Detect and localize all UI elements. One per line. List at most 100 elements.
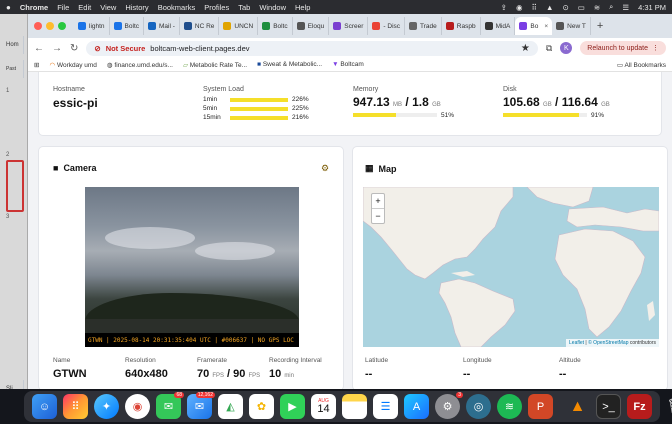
cloud-shape [195,242,275,260]
window-controls [34,22,66,30]
close-tab-icon[interactable]: × [544,23,548,30]
longitude-value: -- [463,368,471,380]
dock-bar: ☺ ⠿ ✦ ◉ ✉ 68 ✉ 12,162 ◭ ✿ ▶ AUG 14 ☰ A ⚙ 3 … [24,391,672,422]
safari-icon[interactable]: ✦ [94,394,119,419]
bookmark-workday[interactable]: ◠ Workday umd [49,61,96,69]
address-bar[interactable]: ⊘ Not Secure boltcam-web-client.pages.de… [86,40,538,56]
browser-tab[interactable]: lightn [74,17,110,35]
grid-icon[interactable]: ⠿ [532,3,538,12]
menu-app-name[interactable]: Chrome [20,3,48,12]
battery-icon[interactable]: ▭ [578,3,585,12]
wifi-icon[interactable]: ≋ [594,3,600,12]
close-window-button[interactable] [34,22,42,30]
reminders-icon[interactable]: ☰ [373,394,398,419]
system-settings-icon[interactable]: ⚙ 3 [435,392,463,419]
app-store-icon[interactable]: A [404,394,429,419]
spotify-icon[interactable]: ≋ [497,394,522,419]
caribbean-shape [451,271,475,277]
browser-tab[interactable]: UNCN [219,17,259,35]
tab-favicon-icon [445,22,454,30]
not-secure-label[interactable]: Not Secure [106,44,146,53]
play-icon[interactable]: ⊙ [562,3,568,12]
filezilla-icon[interactable]: Fz [627,394,652,419]
browser-tab[interactable]: New T [552,17,591,35]
menu-file[interactable]: File [57,3,69,12]
mail-icon[interactable]: ✉ 12,162 [187,392,215,419]
search-icon[interactable]: ⌕ [609,2,613,12]
map-view[interactable]: + − Leaflet | © OpenStreetMap contributo… [363,187,659,347]
menu-edit[interactable]: Edit [78,3,91,12]
reload-icon[interactable]: ↻ [70,43,78,54]
zoom-window-button[interactable] [58,22,66,30]
calendar-icon[interactable]: AUG 14 [311,394,336,419]
apple-menu-icon[interactable]: ● [6,3,11,12]
leaflet-link[interactable]: Leaflet [569,340,584,346]
menu-window[interactable]: Window [259,3,286,12]
bookmark-boltcam[interactable]: ▼ Boltcam [332,61,364,68]
bookmark-label: Metabolic Rate Te... [189,61,248,69]
menu-view[interactable]: View [100,3,116,12]
url-text[interactable]: boltcam-web-client.pages.dev [150,44,249,53]
vlc-icon[interactable]: ▲ [565,394,590,419]
menu-history[interactable]: History [125,3,148,12]
photos-icon[interactable]: ✿ [249,394,274,419]
browser-tab[interactable]: Eloqu [293,17,330,35]
browser-tab[interactable]: Bo × [515,17,553,35]
gear-icon[interactable]: ⚙ [321,163,329,174]
menu-tab[interactable]: Tab [238,3,250,12]
profile-avatar[interactable]: K [560,42,573,54]
bookmark-label: finance.umd.edu/s... [114,61,173,69]
zoom-out-button[interactable]: − [372,209,384,223]
bookmark-star-icon[interactable]: ★ [521,43,530,54]
control-center-icon[interactable]: ☰ [622,3,629,12]
openai-icon[interactable]: ◎ [466,394,491,419]
bookmark-sweat[interactable]: ■ Sweat & Metabolic... [257,61,322,68]
disk-pct: 91% [591,112,605,119]
drive-icon[interactable]: ▲ [546,3,553,12]
facetime-icon[interactable]: ▶ [280,394,305,419]
forward-arrow-icon[interactable]: → [52,43,62,54]
browser-tab[interactable]: Screer [329,17,369,35]
browser-tab[interactable]: MidA [481,17,516,35]
trash-icon[interactable]: 🗑 [664,394,672,419]
browser-tab[interactable]: NC Re [180,17,220,35]
chrome-icon[interactable]: ◉ [125,394,150,419]
bookmark-metabolic[interactable]: ▱ Metabolic Rate Te... [183,61,247,69]
terminal-icon[interactable]: >_ [596,394,621,419]
browser-tab[interactable]: Mail - [144,17,180,35]
messages-icon[interactable]: ✉ 68 [156,392,184,419]
latitude-value: -- [365,368,373,380]
menu-help[interactable]: Help [295,3,310,12]
slide-thumbnail-selected[interactable] [6,160,24,212]
memory-used-unit: MB [393,102,403,108]
minimize-window-button[interactable] [46,22,54,30]
browser-tab[interactable]: - Disc [368,17,406,35]
load-bar-fill [230,115,288,120]
relaunch-button[interactable]: Relaunch to update ⋮ [580,41,666,55]
map-title-text: Map [378,163,397,174]
new-tab-button[interactable]: + [593,20,607,32]
apps-grid-icon[interactable]: ⊞ [34,61,39,69]
finder-icon[interactable]: ☺ [32,394,57,419]
bookmark-finance[interactable]: ◍ finance.umd.edu/s... [107,61,173,69]
launchpad-icon[interactable]: ⠿ [63,394,88,419]
maps-icon[interactable]: ◭ [218,394,243,419]
zoom-in-button[interactable]: + [372,194,384,209]
map-land [363,187,659,347]
notes-icon[interactable] [342,394,367,419]
browser-tab[interactable]: Raspb [442,17,481,35]
clock[interactable]: 4:31 PM [638,3,666,12]
menu-profiles[interactable]: Profiles [204,3,229,12]
browser-tab[interactable]: Boltc [258,17,293,35]
extensions-icon[interactable]: ⧉ [546,43,552,54]
record-icon[interactable]: ◉ [516,3,523,12]
not-secure-warning-icon[interactable]: ⊘ [94,44,100,53]
all-bookmarks-button[interactable]: ▭ All Bookmarks [617,61,666,69]
powerpoint-icon[interactable]: P [528,394,553,419]
menu-bookmarks[interactable]: Bookmarks [158,3,196,12]
browser-tab[interactable]: Trade [405,17,442,35]
browser-tab[interactable]: Boltc [110,17,144,35]
back-arrow-icon[interactable]: ← [34,43,44,54]
upload-icon[interactable]: ⇪ [501,3,507,12]
osm-link[interactable]: © OpenStreetMap [588,340,628,346]
